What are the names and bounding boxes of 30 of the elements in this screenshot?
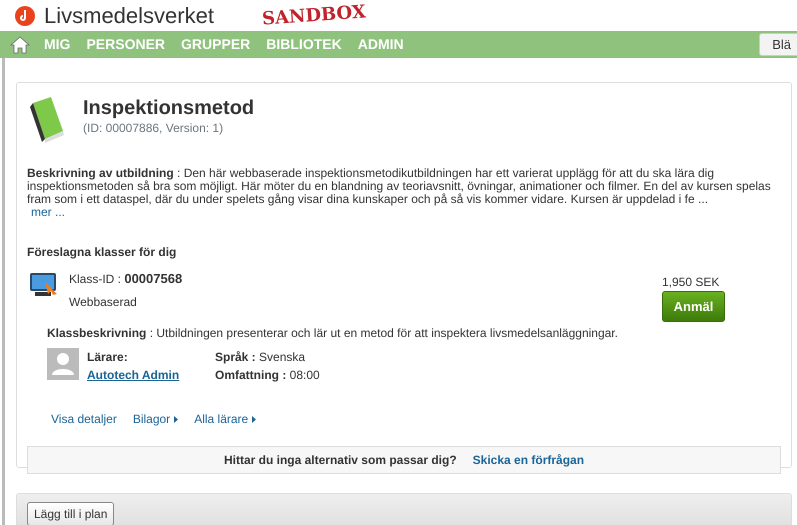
logo-text: Livsmedelsverket xyxy=(44,4,214,26)
course-description: Beskrivning av utbildning : Den här webbaserade inspektionsmetodikutbildningen har ett varierat upplägg för att du ska lära dig inspektionsmetoden så bra som möjligt. Här möter du en blandning av teoriavsnitt, övningar, animationer och filmer. En del av kursen spelas fram som i ett dataspel, där du under spelets gång visar dina kunskaper och på så vis kommer vidare. Kursen är uppdelad i fe ... xyxy=(27,167,772,206)
enroll-button[interactable]: Anmäl xyxy=(662,291,725,322)
class-id: Klass-ID : 00007568 xyxy=(69,270,182,288)
teacher-link[interactable]: Autotech Admin xyxy=(87,368,180,382)
link-button[interactable]: Visa detaljer xyxy=(51,410,117,428)
request-link[interactable]: Skicka en förfrågan xyxy=(472,451,584,469)
class-type: Webbaserad xyxy=(69,294,138,310)
monitor-icon xyxy=(29,272,59,298)
book-icon xyxy=(27,95,67,145)
caret-icon xyxy=(252,416,256,422)
price: 1,950 SEK xyxy=(662,274,720,291)
avatar-icon xyxy=(47,348,79,380)
more-link[interactable]: mer ... xyxy=(31,206,66,219)
caret-icon xyxy=(174,416,178,422)
course-title: Inspektionsmetod xyxy=(83,97,254,119)
teacher-label: Lärare: xyxy=(87,349,129,366)
side-button[interactable]: Blä xyxy=(759,33,797,56)
add-to-plan-button[interactable]: Lägg till i plan xyxy=(27,502,114,525)
class-description: Klassbeskrivning : Utbildningen presenterar och lär ut en metod för att inspektera livsmedelsanläggningar. xyxy=(47,325,619,342)
duration-info: Omfattning : 08:00 xyxy=(215,367,320,384)
link-button[interactable]: Alla lärare xyxy=(194,410,256,428)
home-icon[interactable] xyxy=(10,36,30,54)
request-question: Hittar du inga alternativ som passar dig? xyxy=(224,452,457,469)
course-id: (ID: 00007886, Version: 1) xyxy=(83,120,224,137)
section-heading: Föreslagna klasser för dig xyxy=(27,244,178,261)
link-button[interactable]: Bilagor xyxy=(132,410,178,428)
logo-icon xyxy=(14,4,36,26)
sandbox-label: SANDBOX xyxy=(261,0,367,31)
language-info: Språk : Svenska xyxy=(215,349,306,366)
